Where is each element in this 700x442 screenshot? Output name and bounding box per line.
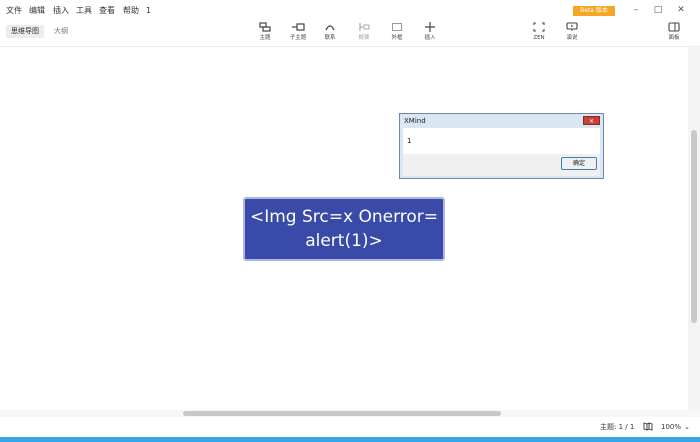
topic-icon (249, 22, 281, 34)
zen-label: ZEN (533, 35, 545, 41)
vertical-scroll-thumb[interactable] (691, 130, 697, 323)
minimize-button[interactable]: – (629, 4, 643, 16)
subtopic-button[interactable]: 子主题 (282, 22, 314, 44)
boundary-button[interactable]: 外框 (381, 22, 413, 44)
topic-button[interactable]: 主题 (249, 22, 281, 44)
central-topic-line1: <Img Src=x Onerror= (249, 207, 439, 227)
boundary-label: 外框 (391, 35, 403, 41)
dialog-footer: 确定 (403, 154, 600, 176)
boundary-icon (381, 22, 413, 34)
menu-insert[interactable]: 插入 (53, 4, 69, 18)
close-window-button[interactable]: ✕ (674, 4, 688, 16)
taskbar-strip (0, 437, 700, 442)
subtopic-icon (282, 22, 314, 34)
zen-button[interactable]: ZEN (523, 22, 555, 44)
map-view-icon[interactable] (643, 422, 653, 434)
menu-file[interactable]: 文件 (6, 4, 22, 18)
panel-button[interactable]: 面板 (658, 22, 690, 44)
dialog-close-button[interactable]: ✕ (583, 116, 600, 125)
central-topic[interactable]: <Img Src=x Onerror= alert(1)> (243, 197, 445, 261)
menu-bar: 文件 编辑 插入 工具 查看 帮助 1 Beta 版本 – □ ✕ (0, 0, 700, 20)
topic-count: 主题: 1 / 1 (600, 423, 635, 431)
toolbar: 思维导图 大纲 主题 子主题 联系 概要 外框 插入 ZEN 演说 面板 (0, 20, 700, 47)
dialog-ok-button[interactable]: 确定 (561, 157, 597, 170)
relationship-button[interactable]: 联系 (314, 22, 346, 44)
dialog-body: 1 (403, 128, 600, 154)
present-button[interactable]: 演说 (556, 22, 588, 44)
subtopic-label: 子主题 (289, 35, 307, 41)
menu-edit[interactable]: 编辑 (29, 4, 45, 18)
plus-icon (414, 22, 446, 34)
zoom-level[interactable]: 100% (661, 422, 681, 432)
menu-view[interactable]: 查看 (99, 4, 115, 18)
insert-button[interactable]: 插入 (414, 22, 446, 44)
central-topic-line2: alert(1)> (305, 231, 383, 251)
menu-tools[interactable]: 工具 (76, 4, 92, 18)
summary-label: 概要 (358, 35, 370, 41)
maximize-button[interactable]: □ (651, 4, 665, 16)
insert-label: 插入 (424, 35, 436, 41)
status-bar: 主题: 1 / 1 100% ⌄ (0, 417, 700, 437)
tab-outline[interactable]: 大纲 (49, 25, 73, 38)
menu-extra[interactable]: 1 (146, 4, 151, 18)
panel-icon (658, 22, 690, 34)
alert-dialog: XMind ✕ 1 确定 (399, 113, 604, 179)
horizontal-scroll-thumb[interactable] (183, 411, 501, 416)
tab-mindmap[interactable]: 思维导图 (6, 25, 44, 38)
beta-badge: Beta 版本 (573, 6, 615, 16)
summary-button[interactable]: 概要 (348, 22, 380, 44)
dialog-title: XMind (404, 117, 426, 125)
panel-label: 面板 (668, 35, 680, 41)
relationship-icon (314, 22, 346, 34)
menu-help[interactable]: 帮助 (123, 4, 139, 18)
zoom-dropdown-icon[interactable]: ⌄ (684, 422, 690, 432)
dialog-message: 1 (407, 137, 412, 145)
summary-icon (348, 22, 380, 34)
present-label: 演说 (566, 35, 578, 41)
topic-label: 主题 (259, 35, 271, 41)
expand-icon (523, 22, 555, 34)
presentation-icon (556, 22, 588, 34)
relationship-label: 联系 (324, 35, 336, 41)
